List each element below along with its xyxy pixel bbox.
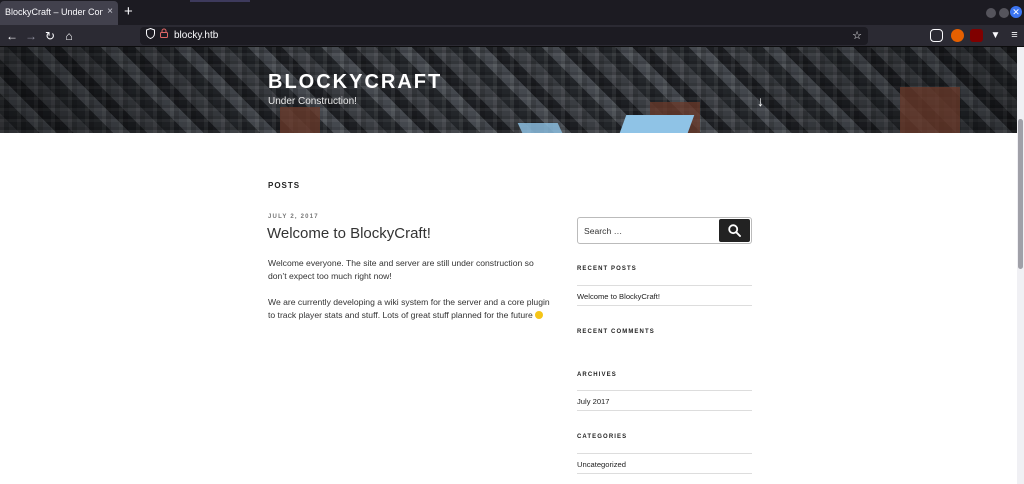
post-date[interactable]: JULY 2, 2017 xyxy=(268,214,319,220)
home-button[interactable]: ⌂ xyxy=(60,27,78,45)
search-icon xyxy=(728,224,741,237)
window-close-icon[interactable]: ✕ xyxy=(1010,6,1022,18)
bookmark-star-icon[interactable]: ☆ xyxy=(852,28,862,44)
search-button[interactable] xyxy=(719,219,750,242)
page-scrollbar[interactable] xyxy=(1017,47,1024,484)
site-header-banner: BLOCKYCRAFT Under Construction! ↓ xyxy=(0,47,1017,133)
post-title[interactable]: Welcome to BlockyCraft! xyxy=(267,225,431,242)
browser-tab[interactable]: BlockyCraft – Under Construction! × xyxy=(0,1,118,25)
scroll-down-arrow-icon[interactable]: ↓ xyxy=(757,93,764,109)
search-input[interactable] xyxy=(584,223,714,238)
browser-tab-bar: BlockyCraft – Under Construction! × + ✕ xyxy=(0,0,1024,25)
new-tab-button[interactable]: + xyxy=(124,3,133,21)
post-paragraph: We are currently developing a wiki syste… xyxy=(268,296,553,322)
forward-button[interactable]: → xyxy=(22,27,40,45)
search-form xyxy=(577,217,752,244)
post-paragraph: Welcome everyone. The site and server ar… xyxy=(268,258,534,281)
site-description: Under Construction! xyxy=(268,96,357,107)
banner-ice-block xyxy=(517,123,563,133)
reload-button[interactable]: ↻ xyxy=(41,27,59,45)
recent-posts-title: RECENT POSTS xyxy=(577,266,637,272)
wappalyzer-icon[interactable]: ▼ xyxy=(989,29,1002,42)
recent-post-link[interactable]: Welcome to BlockyCraft! xyxy=(577,285,752,306)
browser-nav-bar: ← → ↻ ⌂ blocky.htb ☆ ▼ ≡ xyxy=(0,25,1024,47)
url-text[interactable]: blocky.htb xyxy=(174,30,218,41)
page-viewport: BLOCKYCRAFT Under Construction! ↓ POSTS … xyxy=(0,47,1017,484)
tab-bar-accent xyxy=(190,0,250,2)
ublock-icon[interactable] xyxy=(970,29,983,42)
maximize-icon[interactable] xyxy=(999,8,1009,18)
post-paragraph-text: We are currently developing a wiki syste… xyxy=(268,297,550,320)
address-bar[interactable]: blocky.htb ☆ xyxy=(140,27,868,45)
site-title[interactable]: BLOCKYCRAFT xyxy=(268,71,442,94)
posts-heading: POSTS xyxy=(268,181,301,190)
archives-title: ARCHIVES xyxy=(577,372,617,378)
menu-icon[interactable]: ≡ xyxy=(1008,29,1021,42)
foxyproxy-icon[interactable] xyxy=(951,29,964,42)
banner-brick xyxy=(900,87,960,133)
shield-icon[interactable] xyxy=(146,27,155,45)
banner-brick xyxy=(280,107,320,133)
pocket-icon[interactable] xyxy=(930,29,943,42)
scrollbar-thumb[interactable] xyxy=(1018,119,1023,269)
smiley-emoji-icon xyxy=(535,311,544,319)
recent-comments-title: RECENT COMMENTS xyxy=(577,329,655,335)
categories-title: CATEGORIES xyxy=(577,434,628,440)
lock-icon[interactable] xyxy=(160,28,168,44)
post-content: Welcome everyone. The site and server ar… xyxy=(268,257,553,335)
banner-ice-block xyxy=(619,115,695,133)
minimize-icon[interactable] xyxy=(986,8,996,18)
archive-link[interactable]: July 2017 xyxy=(577,390,752,411)
back-button[interactable]: ← xyxy=(3,27,21,45)
tab-title: BlockyCraft – Under Construction! xyxy=(5,7,103,17)
tab-close-icon[interactable]: × xyxy=(107,6,113,17)
category-link[interactable]: Uncategorized xyxy=(577,453,752,474)
